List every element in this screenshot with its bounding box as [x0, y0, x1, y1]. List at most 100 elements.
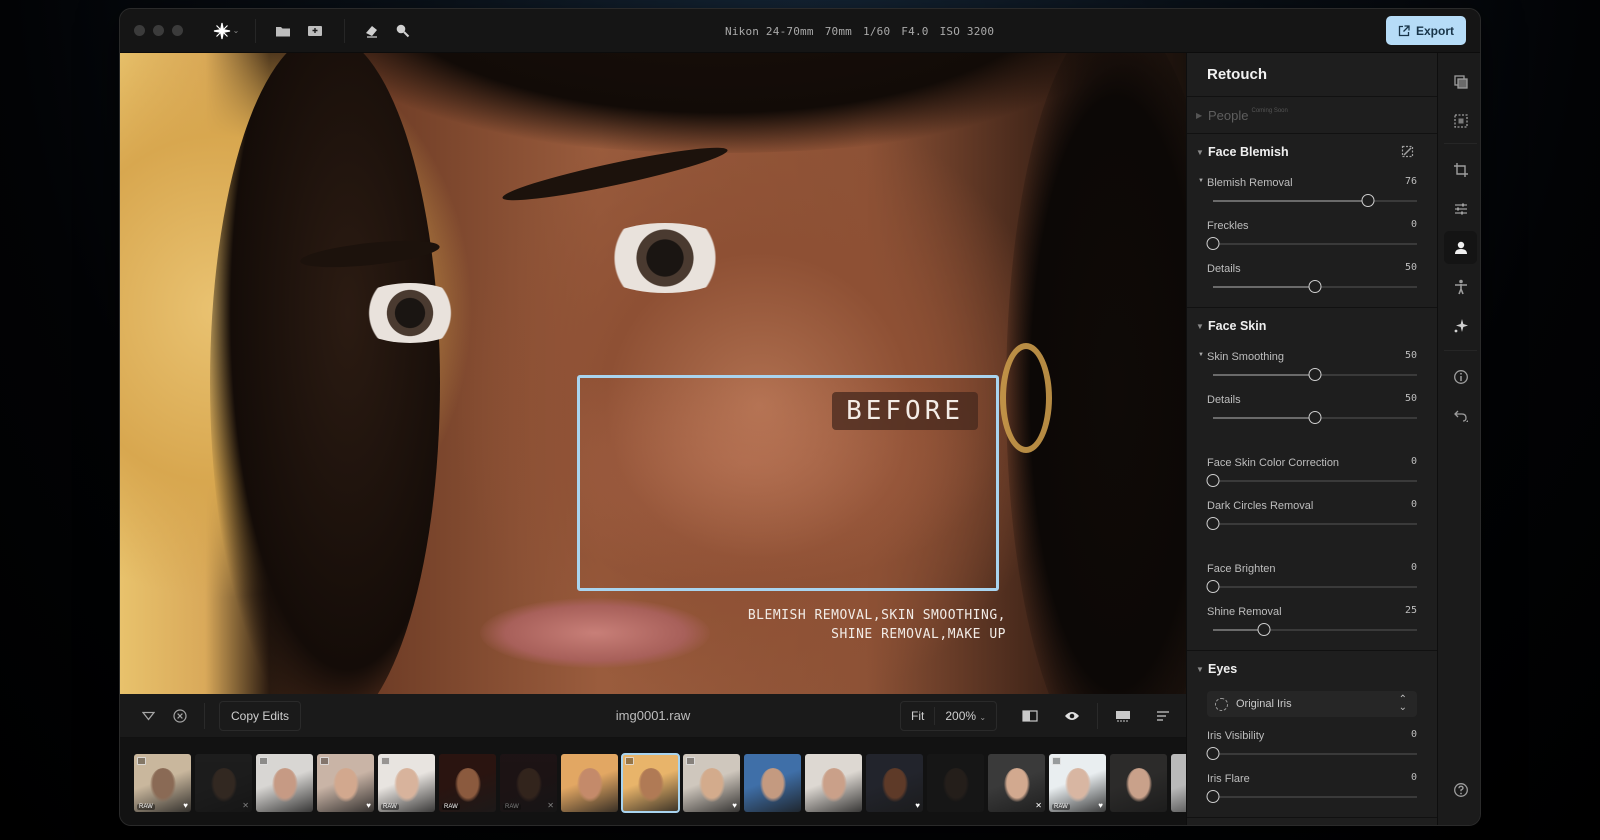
slider-knob[interactable]	[1206, 747, 1220, 760]
slider-knob[interactable]	[1257, 623, 1271, 636]
rail-layers-button[interactable]	[1444, 65, 1477, 98]
iris-style-select[interactable]: Original Iris ⌃ ⌄	[1207, 691, 1417, 717]
rail-body-button[interactable]	[1444, 270, 1477, 303]
slider-track[interactable]	[1206, 580, 1417, 593]
filmstrip-thumbnail[interactable]	[621, 752, 680, 813]
slider-track[interactable]	[1206, 517, 1417, 530]
open-folder-button[interactable]	[268, 16, 298, 46]
edit-caption: BLEMISH REMOVAL,SKIN SMOOTHING, SHINE RE…	[748, 606, 1006, 644]
export-button[interactable]: Export	[1385, 16, 1466, 45]
rail-mask-button[interactable]	[1444, 104, 1477, 137]
section-header[interactable]: ▼ Face Blemish	[1187, 134, 1437, 170]
rail-retouch-button[interactable]	[1444, 231, 1477, 264]
heart-icon[interactable]: ♥	[915, 801, 920, 810]
slider-knob[interactable]	[1361, 194, 1375, 207]
import-button[interactable]	[298, 16, 332, 46]
close-window-button[interactable]	[134, 25, 145, 36]
reset-section-button[interactable]	[1401, 145, 1414, 161]
copy-edits-button[interactable]: Copy Edits	[219, 700, 302, 731]
rail-crop-button[interactable]	[1444, 153, 1477, 186]
filmstrip-thumbnail[interactable]: RAW	[378, 753, 435, 812]
photo-canvas[interactable]: BEFORE BLEMISH REMOVAL,SKIN SMOOTHING, S…	[120, 53, 1186, 694]
filmstrip-thumbnail[interactable]: ✕	[988, 753, 1045, 812]
reject-x-icon[interactable]: ✕	[1035, 801, 1042, 810]
rail-ai-button[interactable]	[1444, 309, 1477, 342]
slider-value[interactable]: 76	[1405, 176, 1417, 187]
filmstrip-thumbnail[interactable]	[805, 753, 862, 812]
fit-button[interactable]: Fit	[901, 706, 936, 725]
slider-value[interactable]: 50	[1405, 262, 1417, 273]
slider-track[interactable]	[1213, 194, 1417, 207]
reject-x-icon[interactable]: ✕	[242, 801, 249, 810]
slider-track[interactable]	[1213, 280, 1417, 293]
zoom-level-dropdown[interactable]: 200% ⌄	[935, 709, 996, 723]
slider-value[interactable]: 0	[1411, 772, 1417, 783]
filmstrip-toggle-button[interactable]	[1106, 702, 1140, 730]
slider-knob[interactable]	[1206, 517, 1220, 530]
slider-knob[interactable]	[1308, 411, 1322, 424]
filmstrip-thumbnail[interactable]	[561, 753, 618, 812]
filmstrip-thumbnail[interactable]: RAW ♥	[1049, 753, 1106, 812]
filmstrip-thumbnail[interactable]	[256, 753, 313, 812]
slider-label: Freckles	[1207, 220, 1249, 232]
before-comparison-frame[interactable]: BEFORE	[577, 375, 999, 591]
slider-value[interactable]: 0	[1411, 499, 1417, 510]
slider-track[interactable]	[1213, 623, 1417, 636]
filmstrip-thumbnail[interactable]	[1171, 753, 1186, 812]
slider-track[interactable]	[1206, 474, 1417, 487]
heart-icon[interactable]: ♥	[183, 801, 188, 810]
filmstrip-thumbnail[interactable]	[927, 753, 984, 812]
slider-knob[interactable]	[1308, 280, 1322, 293]
slider-knob[interactable]	[1206, 790, 1220, 803]
filmstrip-thumbnail[interactable]: ♥	[683, 753, 740, 812]
slider-track[interactable]	[1206, 790, 1417, 803]
slider-track[interactable]	[1206, 747, 1417, 760]
adjustments-icon	[1454, 203, 1467, 214]
slider-track[interactable]	[1206, 237, 1417, 250]
rail-history-button[interactable]	[1444, 399, 1477, 432]
minimize-window-button[interactable]	[153, 25, 164, 36]
close-circle-icon	[173, 708, 187, 723]
compare-split-button[interactable]	[1013, 702, 1047, 730]
exif-focal-length: 70mm	[824, 24, 852, 38]
heart-icon[interactable]: ♥	[732, 801, 737, 810]
people-section-header[interactable]: ▶ People Coming Soon	[1187, 97, 1437, 134]
slider-value[interactable]: 25	[1405, 605, 1417, 616]
slider-knob[interactable]	[1308, 368, 1322, 381]
maximize-window-button[interactable]	[172, 25, 183, 36]
filmstrip-thumbnail[interactable]	[1110, 753, 1167, 812]
heart-icon[interactable]: ♥	[366, 801, 371, 810]
slider-value[interactable]: 50	[1405, 393, 1417, 404]
section-header[interactable]: ▼ Eyes	[1187, 651, 1437, 687]
rail-info-button[interactable]	[1444, 360, 1477, 393]
heart-icon[interactable]: ♥	[1098, 801, 1103, 810]
rail-adjust-button[interactable]	[1444, 192, 1477, 225]
slider-value[interactable]: 0	[1411, 729, 1417, 740]
slider-knob[interactable]	[1206, 474, 1220, 487]
slider-value[interactable]: 50	[1405, 350, 1417, 361]
eraser-tool-button[interactable]	[357, 16, 387, 46]
filmstrip-thumbnail[interactable]: RAW	[439, 753, 496, 812]
slider-knob[interactable]	[1206, 580, 1220, 593]
slider-track[interactable]	[1213, 368, 1417, 381]
filmstrip-thumbnail[interactable]: RAW ♥	[134, 753, 191, 812]
rail-help-button[interactable]	[1444, 773, 1477, 806]
slider-value[interactable]: 0	[1411, 219, 1417, 230]
filter-button[interactable]	[134, 702, 162, 730]
search-tool-button[interactable]	[387, 16, 417, 46]
slider-value[interactable]: 0	[1411, 456, 1417, 467]
filmstrip-thumbnail[interactable]: RAW ✕	[500, 753, 557, 812]
filmstrip-thumbnail[interactable]: ✕	[195, 753, 252, 812]
slider-value[interactable]: 0	[1411, 562, 1417, 573]
filmstrip-thumbnail[interactable]: ♥	[317, 753, 374, 812]
slider-track[interactable]	[1213, 411, 1417, 424]
sort-button[interactable]	[1148, 702, 1178, 730]
preview-toggle-button[interactable]	[1055, 702, 1089, 730]
slider-knob[interactable]	[1206, 237, 1220, 250]
reject-button[interactable]	[166, 702, 194, 730]
ai-tool-button[interactable]: ⌄	[209, 16, 243, 46]
section-header[interactable]: ▼ Face Skin	[1187, 308, 1437, 344]
reject-x-icon[interactable]: ✕	[547, 801, 554, 810]
filmstrip-thumbnail[interactable]: ♥	[866, 753, 923, 812]
filmstrip-thumbnail[interactable]	[744, 753, 801, 812]
